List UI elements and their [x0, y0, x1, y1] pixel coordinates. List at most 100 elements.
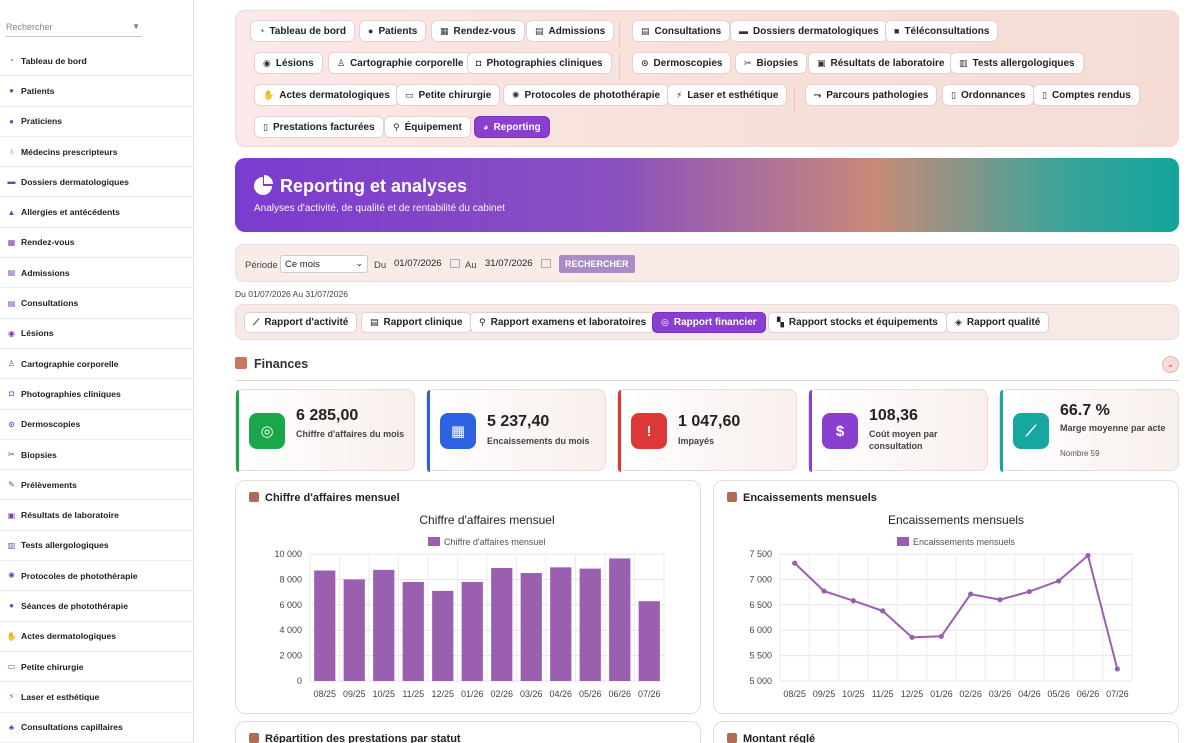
nav-button-23[interactable]: ◕ Reporting	[474, 116, 550, 138]
sidebar-item-9[interactable]: ◉ Lésions	[0, 319, 193, 349]
nav-button-1[interactable]: ● Patients	[359, 20, 427, 42]
sidebar-item-7[interactable]: ▤ Admissions	[0, 258, 193, 289]
sidebar-item-2[interactable]: ● Praticiens	[0, 107, 193, 137]
sidebar-item-10[interactable]: ♙ Cartographie corporelle	[0, 349, 193, 380]
nav-button-label: Reporting	[493, 121, 541, 133]
x-tick-label: 10/25	[842, 689, 865, 699]
nav-button-10[interactable]: ⊙ Dermoscopies	[632, 52, 732, 74]
report-tab-3[interactable]: ◎ Rapport financier	[652, 312, 766, 333]
nav-button-label: Prestations facturées	[272, 121, 375, 133]
bar-07/26	[638, 601, 660, 681]
sidebar-item-label: Actes dermatologiques	[21, 631, 117, 642]
nav-button-11[interactable]: ✂ Biopsies	[735, 52, 808, 74]
nav-button-22[interactable]: ⚲ Équipement	[384, 116, 471, 138]
calendar-icon[interactable]	[450, 259, 460, 268]
nav-button-4[interactable]: ▤ Consultations	[632, 20, 731, 42]
nav-button-12[interactable]: ▣ Résultats de laboratoire	[808, 52, 954, 74]
sidebar-item-13[interactable]: ✂ Biopsies	[0, 440, 193, 471]
sidebar-search-select[interactable]: Rechercher ▼	[6, 19, 142, 37]
nav-button-19[interactable]: ▯ Ordonnances	[942, 84, 1035, 106]
sidebar-item-14[interactable]: ✎ Prélèvements	[0, 470, 193, 501]
bar-08/25	[314, 570, 336, 681]
clipboard-icon: ▤	[370, 317, 379, 327]
revenue-bar-chart: Chiffre d'affaires mensuel Chiffre d'affa…	[274, 513, 665, 699]
sidebar-item-5[interactable]: ▲ Allergies et antécédents	[0, 197, 193, 228]
sidebar-item-21[interactable]: ⚡ Laser et esthétique	[0, 682, 193, 713]
nav-button-14[interactable]: ✋ Actes dermatologiques	[254, 84, 399, 106]
sidebar-item-8[interactable]: ▤ Consultations	[0, 288, 193, 319]
sidebar-item-label: Dossiers dermatologiques	[21, 176, 129, 187]
magnifier-icon: ⊙	[641, 57, 649, 68]
nav-button-15[interactable]: ▭ Petite chirurgie	[396, 84, 501, 106]
sidebar-item-label: Médecins prescripteurs	[21, 146, 118, 157]
x-tick-label: 03/26	[989, 689, 1012, 699]
nav-button-0[interactable]: ◔ Tableau de bord	[250, 20, 355, 42]
status-distribution-card: Répartition des prestations par statut	[235, 721, 701, 743]
point-07/26	[1114, 666, 1120, 672]
calendar-icon: ▦	[440, 25, 449, 36]
from-date-input[interactable]: 01/07/2026	[390, 255, 460, 273]
sidebar-item-1[interactable]: ● Patients	[0, 76, 193, 107]
sidebar-item-17[interactable]: ✺ Protocoles de photothérapie	[0, 561, 193, 592]
sidebar-item-3[interactable]: ♁ Médecins prescripteurs	[0, 137, 193, 168]
x-tick-label: 01/26	[930, 689, 953, 699]
nav-button-3[interactable]: ▤ Admissions	[526, 20, 615, 42]
kpi-label: Impayés	[678, 436, 715, 446]
search-button[interactable]: RECHERCHER	[559, 255, 635, 273]
bolt-icon: ⚡	[8, 692, 15, 702]
sidebar-item-16[interactable]: ▥ Tests allergologiques	[0, 531, 193, 562]
sidebar-item-12[interactable]: ⊙ Dermoscopies	[0, 410, 193, 440]
nav-button-17[interactable]: ⚡ Laser et esthétique	[667, 84, 788, 106]
sidebar-item-11[interactable]: ◘ Photographies cliniques	[0, 379, 193, 410]
nav-button-8[interactable]: ♙ Cartographie corporelle	[328, 52, 473, 74]
nav-button-2[interactable]: ▦ Rendez-vous	[431, 20, 525, 42]
nav-button-13[interactable]: ▥ Tests allergologiques	[950, 52, 1084, 74]
bolt-icon: ⚡	[676, 89, 683, 100]
sidebar-item-0[interactable]: ◔ Tableau de bord	[0, 46, 193, 77]
sidebar-item-6[interactable]: ▦ Rendez-vous	[0, 228, 193, 259]
bulb-icon: ●	[9, 601, 14, 611]
sidebar-item-18[interactable]: ● Séances de photothérapie	[0, 591, 193, 622]
report-tab-4[interactable]: ▚ Rapport stocks et équipements	[768, 312, 947, 333]
kpi-label: Chiffre d'affaires du mois	[296, 429, 405, 439]
nav-button-18[interactable]: ⤳ Parcours pathologies	[805, 84, 938, 106]
to-date-input[interactable]: 31/07/2026	[481, 255, 551, 273]
sidebar-item-20[interactable]: ▭ Petite chirurgie	[0, 652, 193, 683]
nav-button-16[interactable]: ✺ Protocoles de photothérapie	[503, 84, 670, 106]
report-tab-2[interactable]: ⚲ Rapport examens et laboratoires	[470, 312, 656, 333]
nav-button-21[interactable]: ▯ Prestations facturées	[254, 116, 384, 138]
user-icon: ●	[368, 26, 374, 36]
report-tab-1[interactable]: ▤ Rapport clinique	[361, 312, 472, 333]
nav-button-7[interactable]: ◉ Lésions	[254, 52, 323, 74]
nav-button-5[interactable]: ▬ Dossiers dermatologiques	[730, 20, 888, 42]
nav-button-6[interactable]: ■ Téléconsultations	[885, 20, 999, 42]
nav-button-label: Consultations	[654, 25, 722, 37]
chart-title: Chiffre d'affaires mensuel	[419, 513, 554, 527]
sidebar-item-22[interactable]: ♣ Consultations capillaires	[0, 713, 193, 743]
period-label: Période	[245, 260, 278, 271]
x-tick-label: 02/26	[490, 689, 513, 699]
status-card-title: Répartition des prestations par statut	[265, 733, 461, 743]
nav-button-20[interactable]: ▯ Comptes rendus	[1033, 84, 1140, 106]
clipboard-icon: ▤	[7, 268, 16, 278]
nav-button-label: Rendez-vous	[453, 25, 516, 37]
report-tab-0[interactable]: ⟋ Rapport d'activité	[244, 312, 358, 333]
sidebar-item-15[interactable]: ▣ Résultats de laboratoire	[0, 500, 193, 531]
sidebar-menu: ◔ Tableau de bord ● Patients ● Praticiens ♁ Méd…	[0, 46, 193, 743]
trend-chart-icon: ⟋	[1013, 413, 1049, 449]
sidebar-item-19[interactable]: ✋ Actes dermatologiques	[0, 622, 193, 652]
report-tab-5[interactable]: ◈ Rapport qualité	[946, 312, 1050, 333]
period-select[interactable]: Ce mois ⌄	[280, 255, 368, 273]
collapse-toggle-button[interactable]: ⌄	[1162, 356, 1179, 373]
nav-button-9[interactable]: ◘ Photographies cliniques	[467, 52, 612, 74]
y-tick-label: 8 000	[279, 574, 302, 584]
nav-button-label: Admissions	[548, 25, 606, 37]
sidebar-item-label: Laser et esthétique	[21, 691, 100, 702]
nav-button-label: Équipement	[404, 121, 462, 133]
sidebar-item-4[interactable]: ▬ Dossiers dermatologiques	[0, 167, 193, 198]
calendar-icon[interactable]	[541, 259, 551, 268]
alert-triangle-icon: !	[631, 413, 667, 449]
point-02/26	[968, 591, 974, 597]
dashboard-icon: ◔	[259, 26, 265, 36]
coins-icon	[235, 357, 247, 369]
